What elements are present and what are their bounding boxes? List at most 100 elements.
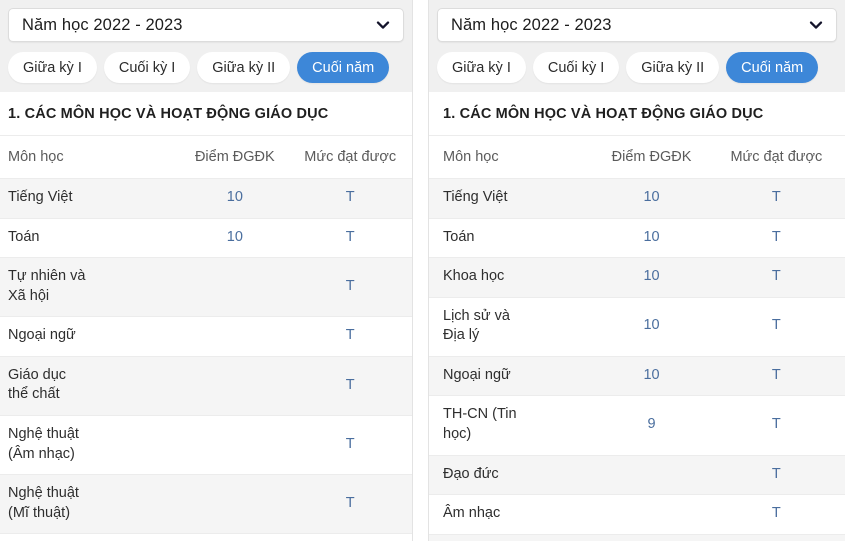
table-row[interactable]: Nghệ thuật (Mĩ thuật) T: [0, 474, 412, 535]
cell-subject: [0, 533, 182, 541]
cell-subject: Ngoại ngữ: [429, 356, 596, 397]
cell-score: 10: [595, 218, 708, 259]
cell-level: T: [288, 257, 412, 318]
panel-gutter: [413, 0, 428, 541]
cell-subject: Mĩ thuật: [429, 534, 596, 541]
cell-score: [181, 474, 289, 535]
subject-line: thể chất: [8, 386, 60, 403]
cell-score: [181, 257, 289, 318]
school-year-select-left[interactable]: Năm học 2022 - 2023: [8, 8, 404, 42]
table-row[interactable]: Tiếng Việt 10 T: [429, 178, 845, 219]
cell-score: 10: [595, 297, 708, 357]
cell-subject: Lịch sử và Địa lý: [429, 297, 596, 357]
term-chip-cuoi-nam-right[interactable]: Cuối năm: [726, 52, 819, 83]
cell-level: T: [707, 297, 845, 357]
subject-line: Giáo dục: [8, 366, 67, 383]
cell-score: 10: [595, 178, 708, 219]
screenshot-root: Năm học 2022 - 2023 Giữa kỳ I Cuối kỳ I …: [0, 0, 845, 541]
cell-score: [181, 316, 289, 357]
cell-level: T: [707, 455, 845, 496]
table-row[interactable]: Toán 10 T: [0, 218, 412, 259]
cell-level: T: [707, 395, 845, 456]
table-row[interactable]: Nghệ thuật (Âm nhạc) T: [0, 415, 412, 476]
term-chip-group-left: Giữa kỳ I Cuối kỳ I Giữa kỳ II Cuối năm: [8, 52, 404, 83]
cell-subject: Tiếng Việt: [429, 178, 596, 219]
school-year-select-right[interactable]: Năm học 2022 - 2023: [437, 8, 837, 42]
cell-level: [288, 533, 412, 541]
term-chip-giua-ky-2-right[interactable]: Giữa kỳ II: [626, 52, 720, 83]
column-header-score: Điểm ĐGĐK: [595, 136, 708, 179]
table-row[interactable]: Âm nhạc T: [429, 494, 845, 535]
chevron-down-icon[interactable]: [808, 17, 824, 33]
column-header-subject: Môn học: [429, 136, 596, 179]
school-year-value-left: Năm học 2022 - 2023: [22, 15, 183, 34]
cell-level: T: [707, 178, 845, 219]
table-row-partial[interactable]: Mĩ thuật T: [429, 534, 845, 541]
term-chip-cuoi-ky-1-left[interactable]: Cuối kỳ I: [103, 52, 191, 83]
cell-score: [181, 533, 289, 541]
term-chip-label: Cuối kỳ I: [547, 59, 605, 76]
term-chip-label: Giữa kỳ II: [641, 59, 705, 76]
table-row[interactable]: Ngoại ngữ 10 T: [429, 356, 845, 397]
cell-score: 9: [595, 395, 708, 456]
chevron-down-icon[interactable]: [375, 17, 391, 33]
subject-line: Nghệ thuật: [8, 425, 79, 442]
subject-line: Xã hội: [8, 287, 50, 304]
term-chip-group-right: Giữa kỳ I Cuối kỳ I Giữa kỳ II Cuối năm: [437, 52, 837, 83]
panel-left-topbar: Năm học 2022 - 2023 Giữa kỳ I Cuối kỳ I …: [0, 0, 412, 92]
cell-level: T: [707, 494, 845, 535]
section-title-right: 1. CÁC MÔN HỌC VÀ HOẠT ĐỘNG GIÁO DỤC: [429, 92, 845, 136]
table-row[interactable]: Ngoại ngữ T: [0, 316, 412, 357]
cell-subject: Nghệ thuật (Âm nhạc): [0, 415, 182, 476]
cell-subject: TH-CN (Tin học): [429, 395, 596, 456]
cell-subject: Nghệ thuật (Mĩ thuật): [0, 474, 182, 535]
panel-right-topbar: Năm học 2022 - 2023 Giữa kỳ I Cuối kỳ I …: [429, 0, 845, 92]
cell-level: T: [288, 316, 412, 357]
cell-score: [595, 494, 708, 535]
term-chip-giua-ky-1-left[interactable]: Giữa kỳ I: [8, 52, 97, 83]
cell-subject: Khoa học: [429, 257, 596, 298]
cell-subject: Ngoại ngữ: [0, 316, 182, 357]
table-row[interactable]: Tự nhiên và Xã hội T: [0, 257, 412, 318]
table-row[interactable]: Giáo dục thể chất T: [0, 356, 412, 416]
subject-line: Địa lý: [443, 327, 480, 344]
table-row[interactable]: Tiếng Việt 10 T: [0, 178, 412, 219]
subject-line: Đạo đức: [443, 465, 499, 482]
cell-level: T: [288, 218, 412, 259]
table-row[interactable]: Lịch sử và Địa lý 10 T: [429, 297, 845, 357]
cell-score: 10: [595, 257, 708, 298]
term-chip-label: Cuối kỳ I: [118, 59, 176, 76]
term-chip-cuoi-ky-1-right[interactable]: Cuối kỳ I: [532, 52, 620, 83]
term-chip-label: Cuối năm: [741, 59, 804, 76]
column-header-subject: Môn học: [0, 136, 182, 179]
table-row[interactable]: TH-CN (Tin học) 9 T: [429, 395, 845, 456]
subject-line: Tiếng Việt: [8, 189, 73, 205]
cell-subject: Tự nhiên và Xã hội: [0, 257, 182, 318]
cell-level: T: [707, 356, 845, 397]
subject-line: (Mĩ thuật): [8, 504, 71, 521]
report-panel-left: Năm học 2022 - 2023 Giữa kỳ I Cuối kỳ I …: [0, 0, 413, 541]
section-title-left: 1. CÁC MÔN HỌC VÀ HOẠT ĐỘNG GIÁO DỤC: [0, 92, 412, 136]
cell-level: T: [707, 257, 845, 298]
grades-table-body-right: Tiếng Việt 10 T Toán 10 T Khoa học 10 T …: [429, 178, 845, 541]
term-chip-label: Cuối năm: [312, 59, 375, 76]
grades-table-left: Môn học Điểm ĐGĐK Mức đạt được Tiếng Việ…: [0, 136, 412, 541]
cell-score: 10: [595, 356, 708, 397]
term-chip-giua-ky-1-right[interactable]: Giữa kỳ I: [437, 52, 526, 83]
cell-level: T: [707, 534, 845, 541]
term-chip-giua-ky-2-left[interactable]: Giữa kỳ II: [197, 52, 291, 83]
school-year-value-right: Năm học 2022 - 2023: [451, 15, 612, 34]
table-row[interactable]: Đạo đức T: [429, 455, 845, 496]
subject-line: Lịch sử và: [443, 307, 510, 324]
subject-line: Ngoại ngữ: [443, 366, 511, 383]
table-row-partial[interactable]: [0, 533, 412, 541]
column-header-score: Điểm ĐGĐK: [181, 136, 289, 179]
term-chip-cuoi-nam-left[interactable]: Cuối năm: [297, 52, 390, 83]
cell-score: [181, 415, 289, 476]
table-row[interactable]: Toán 10 T: [429, 218, 845, 259]
subject-line: Ngoại ngữ: [8, 327, 76, 344]
cell-subject: Tiếng Việt: [0, 178, 182, 219]
subject-line: (Âm nhạc): [8, 445, 75, 462]
table-row[interactable]: Khoa học 10 T: [429, 257, 845, 298]
subject-line: Toán: [443, 228, 475, 245]
